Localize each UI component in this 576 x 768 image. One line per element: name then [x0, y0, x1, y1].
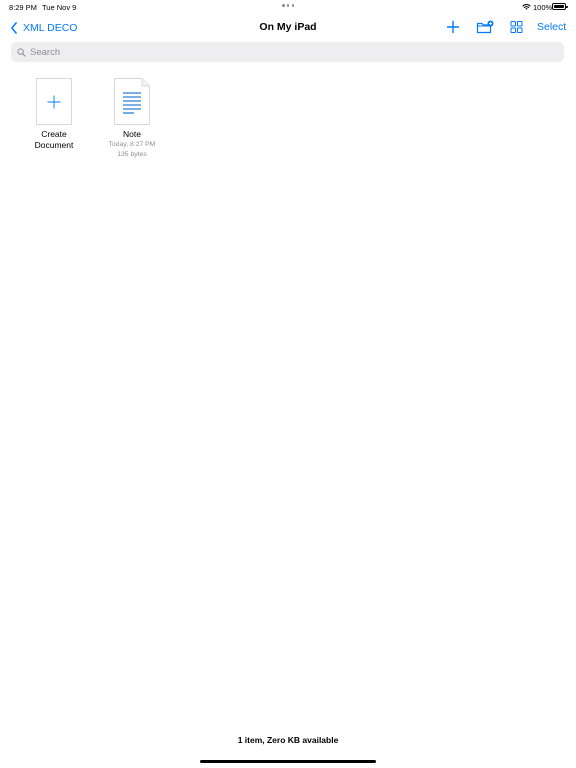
select-button[interactable]: Select: [537, 21, 566, 33]
file-size: 135 bytes: [117, 151, 147, 158]
add-button[interactable]: [446, 20, 460, 34]
file-item-note[interactable]: Note Today, 8:27 PM 135 bytes: [97, 78, 167, 160]
folder-badge-plus-icon: [476, 20, 494, 34]
grid-icon: [510, 21, 523, 33]
search-input[interactable]: Search: [11, 42, 564, 62]
status-date: Tue Nov 9: [42, 3, 77, 12]
search-placeholder: Search: [30, 46, 61, 58]
files-screen: 8:29 PM Tue Nov 9 100% XML DECO On My iP…: [0, 0, 576, 768]
create-document-item[interactable]: Create Document: [19, 78, 89, 151]
create-document-label-line2: Document: [34, 140, 74, 150]
storage-summary: 1 item, Zero KB available: [237, 735, 339, 745]
file-name: Note: [123, 129, 141, 139]
multitasking-dots-icon[interactable]: [282, 4, 294, 8]
file-modified-date: Today, 8:27 PM: [108, 141, 156, 148]
create-document-label-line1: Create: [41, 129, 67, 139]
battery-percentage: 100%: [533, 3, 553, 12]
create-document-label: Create Document: [19, 129, 89, 151]
battery-icon: [552, 3, 568, 10]
status-bar: 8:29 PM Tue Nov 9 100%: [0, 0, 576, 14]
plus-icon: [446, 20, 460, 34]
plus-icon: [47, 95, 61, 108]
create-document-thumbnail: [36, 78, 72, 125]
home-indicator[interactable]: [200, 760, 376, 763]
search-icon: [17, 47, 26, 57]
navigation-bar: XML DECO On My iPad Select: [0, 14, 576, 42]
view-options-button[interactable]: [510, 20, 523, 34]
status-time: 8:29 PM: [9, 3, 37, 12]
wifi-icon: [522, 4, 531, 10]
document-icon: [114, 78, 150, 125]
new-folder-button[interactable]: [476, 20, 494, 34]
